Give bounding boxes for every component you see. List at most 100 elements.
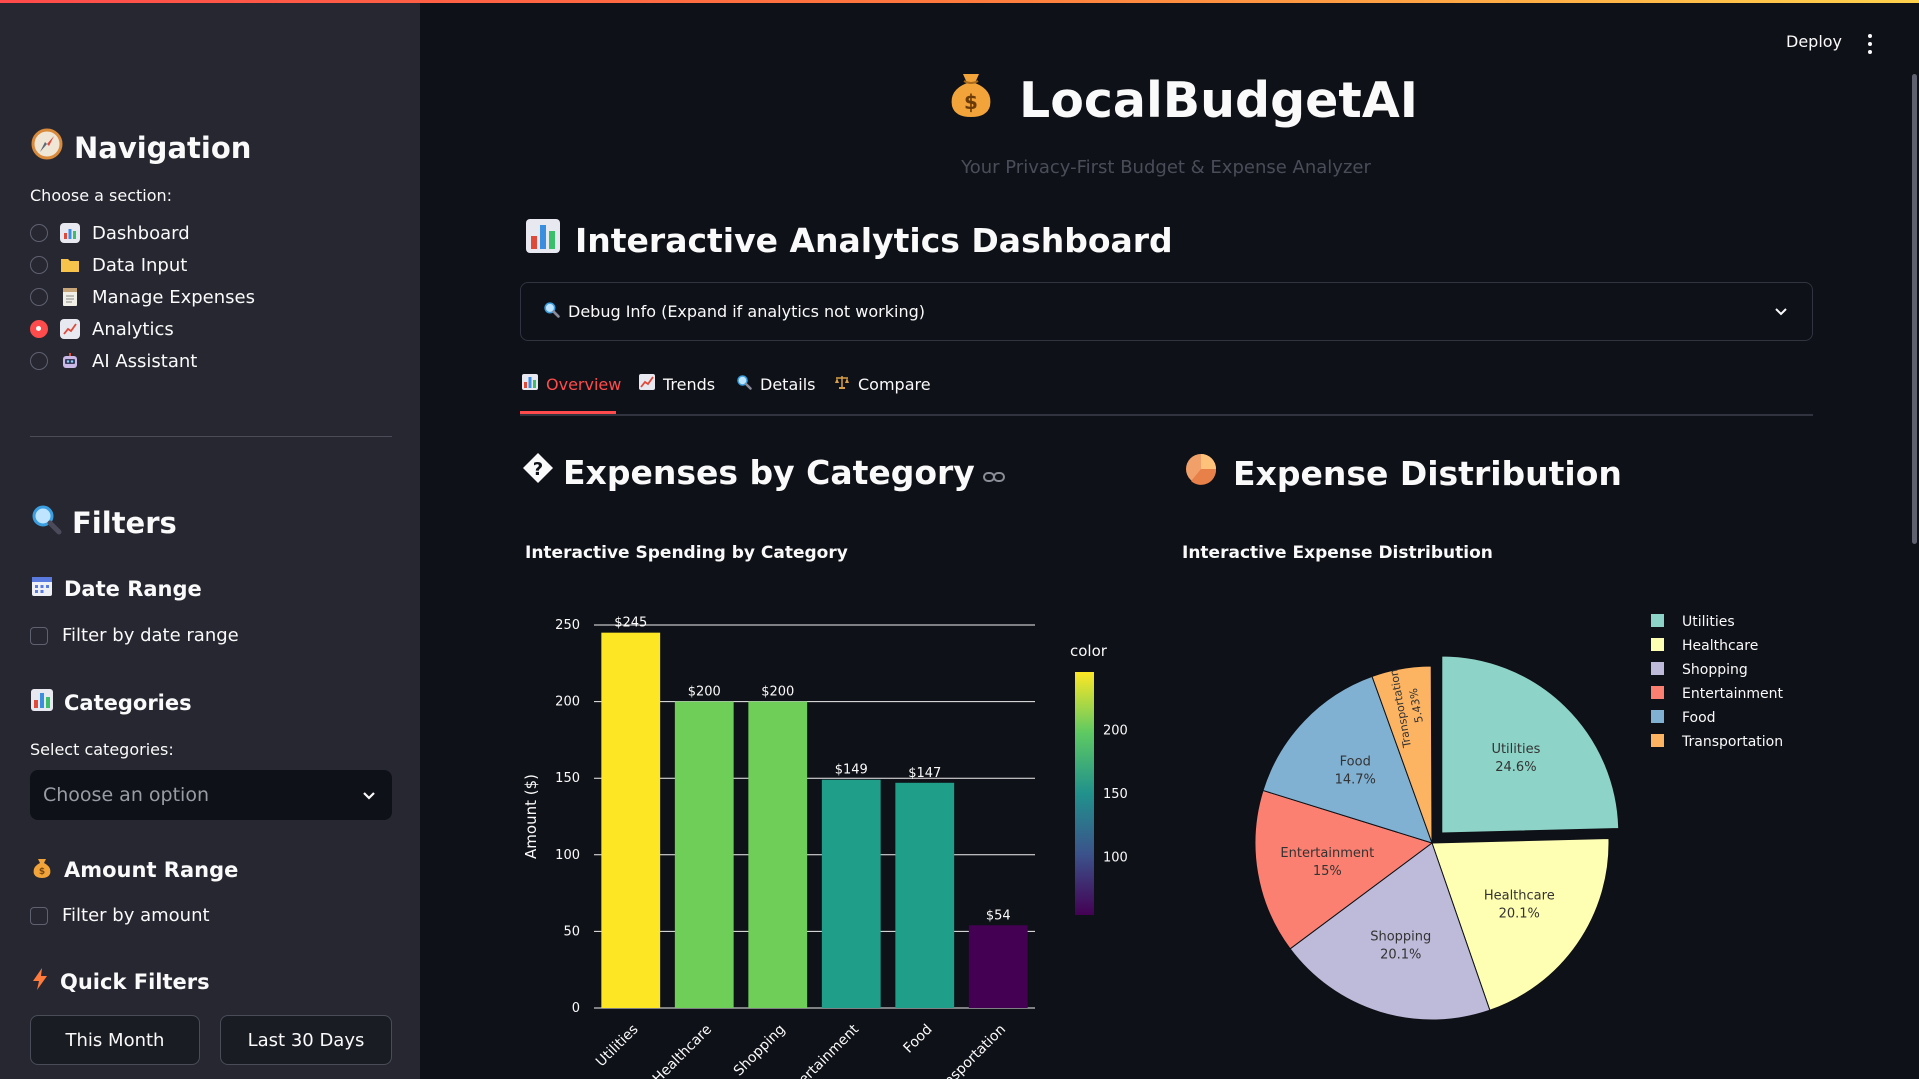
legend-label[interactable]: Food: [1682, 710, 1716, 726]
lightning-icon: [30, 967, 50, 996]
pie-slice-percent: 15%: [1313, 864, 1342, 879]
pie-slice-label: Entertainment: [1280, 846, 1374, 861]
pie-slice-percent: 20.1%: [1380, 948, 1421, 963]
select-categories-label: Select categories:: [30, 740, 174, 759]
y-axis-label: Amount ($): [522, 774, 540, 859]
tab-overview[interactable]: Overview: [522, 374, 621, 394]
nav-item-ai-assistant[interactable]: AI Assistant: [30, 347, 197, 375]
date-range-checkbox-row[interactable]: Filter by date range: [30, 625, 239, 646]
x-tick-label: Transportation: [926, 1022, 1010, 1079]
legend-label[interactable]: Utilities: [1682, 614, 1735, 630]
bar[interactable]: [821, 779, 881, 1008]
notepad-icon: [60, 287, 80, 307]
chevron-down-icon[interactable]: [362, 784, 376, 806]
bar-data-label: $200: [761, 685, 794, 700]
legend-swatch[interactable]: [1651, 638, 1664, 651]
pie-slice-label: Shopping: [1370, 930, 1431, 945]
trend-chart-icon: [60, 319, 80, 339]
bar[interactable]: [968, 925, 1028, 1008]
svg-text:$: $: [39, 867, 45, 877]
active-tab-indicator: [520, 411, 616, 414]
magnifier-icon: [30, 503, 62, 542]
folder-icon: [60, 255, 80, 275]
bar-chart-icon: [525, 218, 561, 262]
pie-slice-label: Utilities: [1491, 742, 1540, 757]
legend-label[interactable]: Shopping: [1682, 662, 1748, 678]
robot-icon: [60, 351, 80, 371]
bar[interactable]: [895, 782, 955, 1008]
legend-label[interactable]: Transportation: [1681, 734, 1783, 750]
nav-item-analytics[interactable]: Analytics: [30, 315, 174, 343]
deploy-button[interactable]: Deploy: [1786, 32, 1842, 51]
svg-text:?: ?: [533, 459, 543, 480]
bar[interactable]: [674, 701, 734, 1008]
quick-filters-heading: Quick Filters: [30, 967, 210, 996]
app-subtitle: Your Privacy-First Budget & Expense Anal…: [961, 157, 1371, 178]
bar-chart[interactable]: 0 50 100 150 200 250 Amount ($) $245 Utilities $2…: [500, 590, 1140, 1079]
nav-item-dashboard[interactable]: Dashboard: [30, 219, 190, 247]
pie-chart[interactable]: Utilities 24.6% Healthcare 20.1% Shopping 20.…: [1180, 590, 1880, 1079]
y-tick-label: 100: [555, 848, 580, 863]
tab-compare[interactable]: Compare: [834, 374, 931, 394]
debug-info-expander[interactable]: Debug Info (Expand if analytics not work…: [520, 282, 1813, 341]
bar[interactable]: [748, 701, 808, 1008]
chevron-down-icon[interactable]: [1774, 302, 1788, 321]
magnifier-icon: [543, 301, 560, 322]
radio-button[interactable]: [30, 352, 48, 370]
categories-multiselect[interactable]: Choose an option: [30, 770, 392, 820]
legend-swatch[interactable]: [1651, 734, 1664, 747]
bar-data-label: $245: [614, 616, 647, 631]
y-tick-label: 0: [572, 1001, 580, 1016]
legend-swatch[interactable]: [1651, 686, 1664, 699]
link-icon[interactable]: [982, 453, 1005, 492]
tab-trends[interactable]: Trends: [639, 374, 715, 394]
legend-swatch[interactable]: [1651, 710, 1664, 723]
pie-chart-title: Interactive Expense Distribution: [1182, 543, 1493, 563]
scrollbar[interactable]: [1912, 74, 1917, 544]
x-tick-label: Food: [901, 1022, 936, 1057]
x-tick-label: Shopping: [731, 1022, 789, 1079]
legend-label[interactable]: Entertainment: [1682, 686, 1784, 702]
scales-icon: [834, 374, 850, 394]
categories-placeholder: Choose an option: [43, 784, 209, 806]
filters-heading: Filters: [30, 503, 177, 542]
radio-button-selected[interactable]: [30, 320, 48, 338]
legend-swatch[interactable]: [1651, 662, 1664, 675]
pie-chart-icon: [1183, 451, 1219, 495]
this-month-button[interactable]: This Month: [30, 1015, 200, 1065]
x-tick-label: Entertainment: [779, 1021, 862, 1079]
nav-item-data-input[interactable]: Data Input: [30, 251, 187, 279]
main-menu-icon[interactable]: [1868, 34, 1872, 54]
choose-section-label: Choose a section:: [30, 186, 173, 205]
amount-checkbox-row[interactable]: Filter by amount: [30, 905, 210, 926]
calendar-icon: [30, 574, 54, 603]
bar-chart-icon: [30, 688, 54, 717]
bar-data-label: $149: [835, 763, 868, 778]
bar-chart-icon: [60, 223, 80, 243]
bar-data-label: $200: [688, 685, 721, 700]
pie-slice-percent: 24.6%: [1495, 760, 1536, 775]
bar-chart-icon: [522, 374, 538, 394]
nav-item-manage-expenses[interactable]: Manage Expenses: [30, 283, 255, 311]
colorbar-title: color: [1070, 642, 1108, 660]
unknown-glyph-icon: ?: [521, 451, 555, 493]
y-tick-label: 200: [555, 695, 580, 710]
radio-button[interactable]: [30, 288, 48, 306]
last-30-days-button[interactable]: Last 30 Days: [220, 1015, 392, 1065]
legend-swatch[interactable]: [1651, 614, 1664, 627]
colorbar: [1075, 672, 1094, 915]
amount-checkbox[interactable]: [30, 906, 48, 925]
tab-details[interactable]: Details: [736, 374, 815, 394]
pie-slice-label: Healthcare: [1484, 889, 1555, 904]
date-range-checkbox[interactable]: [30, 626, 48, 645]
pie-slice-label: Food: [1340, 755, 1371, 770]
y-tick-label: 150: [555, 771, 580, 786]
x-tick-label: Utilities: [593, 1022, 642, 1071]
bar[interactable]: [601, 632, 661, 1008]
magnifier-icon: [736, 374, 752, 394]
radio-button[interactable]: [30, 224, 48, 242]
radio-button[interactable]: [30, 256, 48, 274]
sidebar-divider: [30, 436, 392, 437]
legend-label[interactable]: Healthcare: [1682, 638, 1758, 654]
date-range-heading: Date Range: [30, 574, 202, 603]
